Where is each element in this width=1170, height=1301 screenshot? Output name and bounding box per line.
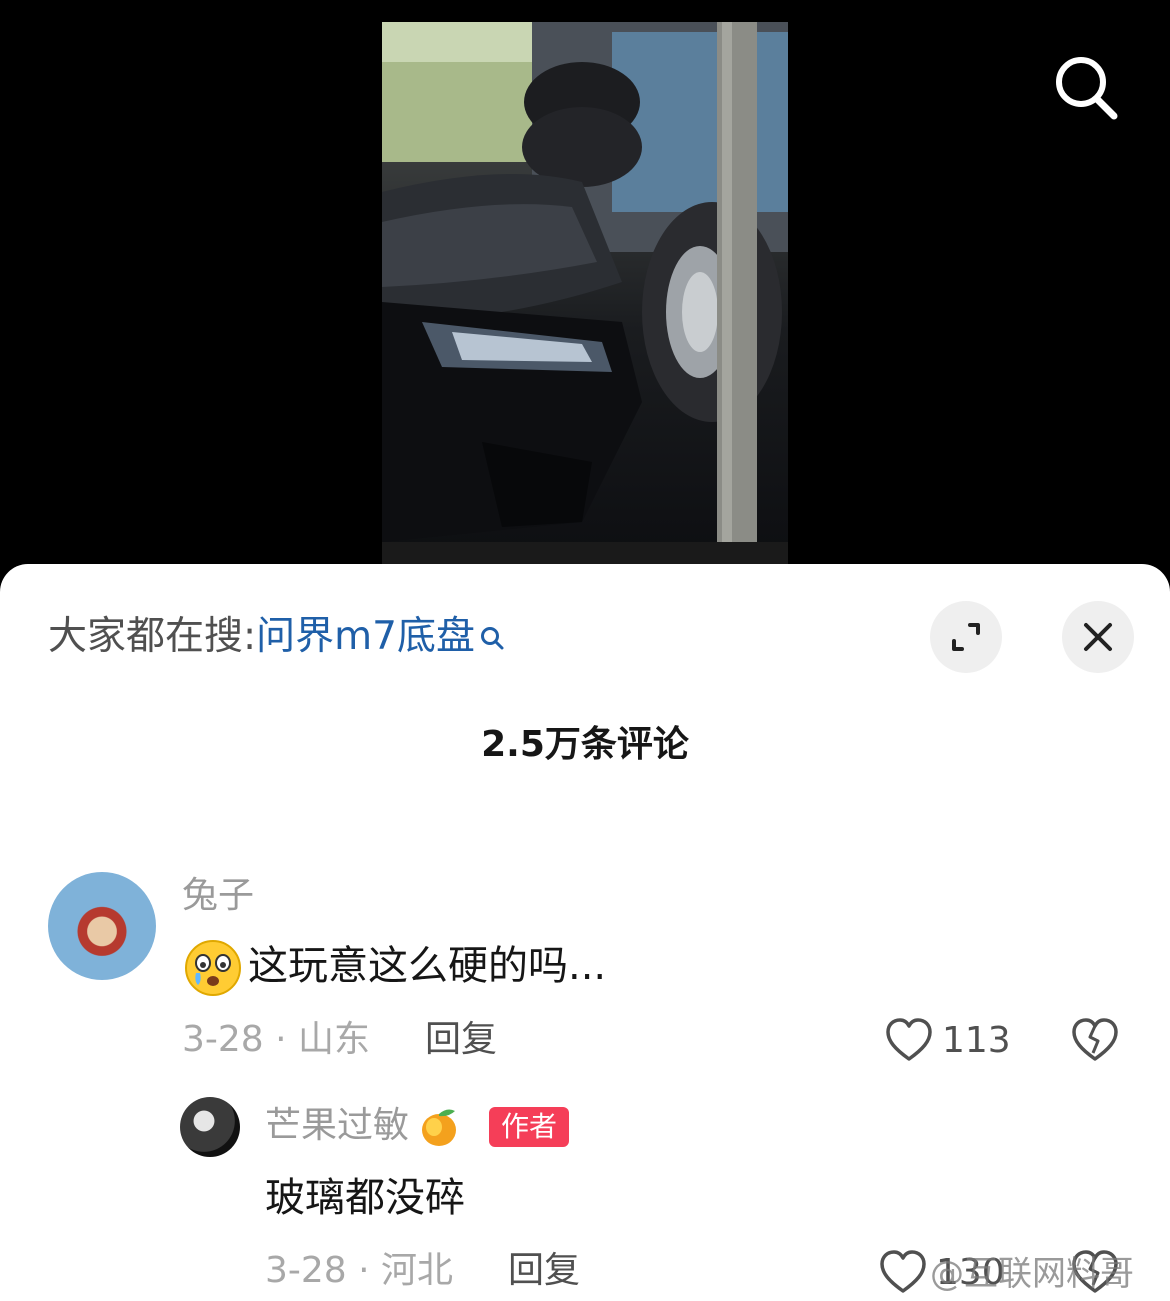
comment-date-location: 3-28 · 河北 xyxy=(265,1250,454,1291)
hot-search-term[interactable]: 问界m7底盘 xyxy=(256,614,475,659)
broken-heart-icon[interactable] xyxy=(1071,1017,1119,1063)
reply-button[interactable]: 回复 xyxy=(508,1248,580,1294)
crying-face-emoji-icon xyxy=(184,939,242,997)
author-badge: 作者 xyxy=(489,1107,570,1147)
search-icon[interactable] xyxy=(1050,52,1122,124)
comment-username-text: 芒果过敏 xyxy=(265,1105,410,1146)
heart-icon[interactable] xyxy=(885,1017,933,1063)
comment-sheet: 大家都在搜:问界m7底盘 2.5万条评论 兔子 这玩意这么硬的吗... 3-28… xyxy=(0,564,1170,1301)
comment-text: 玻璃都没碎 xyxy=(265,1175,465,1221)
hot-search-prefix: 大家都在搜: xyxy=(48,614,257,659)
expand-button[interactable] xyxy=(930,601,1002,673)
comment-count-title: 2.5万条评论 xyxy=(481,724,689,765)
crash-scene-image xyxy=(382,22,788,582)
search-small-icon xyxy=(479,614,505,650)
reply-button[interactable]: 回复 xyxy=(425,1017,497,1063)
comment-username[interactable]: 兔子 xyxy=(182,874,254,918)
video-frame[interactable] xyxy=(382,22,788,582)
close-button[interactable] xyxy=(1062,601,1134,673)
expand-icon xyxy=(952,623,980,651)
watermark: @互联网料哥 xyxy=(930,1254,1134,1294)
comment-username[interactable]: 芒果过敏 xyxy=(265,1104,461,1149)
heart-icon[interactable] xyxy=(879,1249,927,1295)
like-count: 113 xyxy=(942,1020,1011,1061)
close-icon xyxy=(1084,623,1112,651)
avatar[interactable] xyxy=(48,872,156,980)
video-player[interactable] xyxy=(0,0,1170,600)
hot-search-banner[interactable]: 大家都在搜:问界m7底盘 xyxy=(48,612,505,662)
avatar[interactable] xyxy=(180,1097,240,1157)
mango-emoji-icon xyxy=(417,1105,461,1149)
comment-text: 这玩意这么硬的吗... xyxy=(248,943,607,989)
comment-date-location: 3-28 · 山东 xyxy=(182,1019,371,1060)
